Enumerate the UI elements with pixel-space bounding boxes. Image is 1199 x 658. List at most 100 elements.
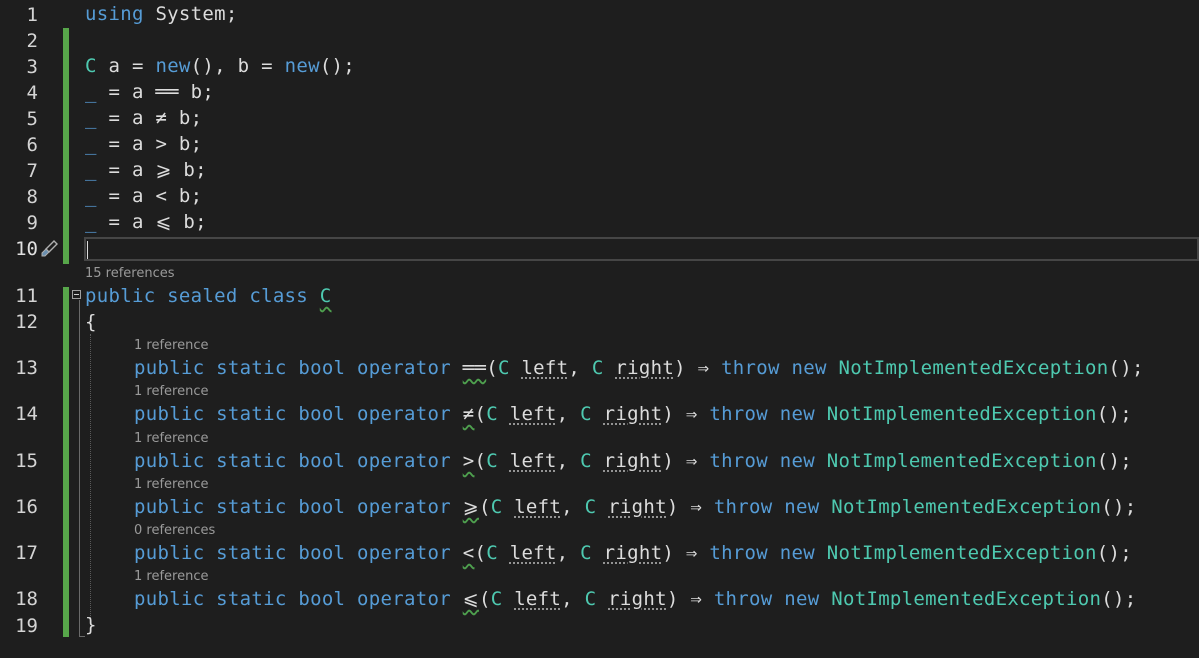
code-text: ⇒ [674,450,710,472]
code-text: ( [478,588,491,610]
keyword: public static bool operator [134,403,463,425]
keyword: public static bool operator [134,542,463,564]
keyword: new [779,403,815,425]
line-number: 7 [26,160,38,182]
keyword: public sealed class [85,285,320,307]
codelens-references[interactable]: 1 reference [134,569,208,585]
type-name: NotImplementedException [831,496,1102,518]
code-text: a = [96,55,156,77]
keyword: throw [709,450,769,472]
line-number: 15 [15,450,38,472]
operator-token: ══ [462,357,487,379]
code-text: ⇒ [678,496,714,518]
discard-token: _ [85,185,97,207]
code-text: (); [1108,357,1144,379]
code-editor[interactable]: 1 2 3 4 5 6 7 8 9 10 11 12 13 14 15 16 1… [0,0,1199,658]
code-line[interactable]: using System; [85,1,238,27]
keyword: new [779,542,815,564]
parameter: left [509,403,557,425]
code-line[interactable]: _ = a < b; [85,183,202,209]
code-line[interactable]: _ = a ⩾ b; [85,157,207,183]
code-line[interactable]: public static bool operator <(C left, C … [134,540,1132,566]
parameter: right [608,496,667,518]
code-text: ) [662,542,675,564]
code-text: , [556,403,581,425]
code-line[interactable]: public static bool operator >(C left, C … [134,448,1132,474]
code-text: ( [474,403,487,425]
keyword: throw [713,588,773,610]
type-name: C [490,496,503,518]
code-line[interactable]: public sealed class C [85,283,332,309]
codelens-references[interactable]: 1 reference [134,338,208,354]
code-text: ( [486,357,498,379]
keyword: public static bool operator [134,588,463,610]
parameter: left [514,496,562,518]
code-text: ( [474,450,487,472]
parameter: right [603,542,663,564]
type-name: C [486,450,498,472]
type-name: C [584,588,597,610]
type-name: C [497,357,510,379]
type-name: NotImplementedException [831,588,1102,610]
type-name: C [486,403,498,425]
code-text: (); [1096,403,1132,425]
parameter: right [608,588,667,610]
code-text: (); [1096,450,1132,472]
code-text: ⇒ [674,403,710,425]
line-number: 2 [26,30,38,52]
line-number: 4 [26,82,38,104]
line-number: 12 [15,311,38,333]
type-name: NotImplementedException [838,357,1109,379]
code-line[interactable]: _ = a ══ b; [85,79,214,105]
codelens-references[interactable]: 1 reference [134,384,208,400]
change-indicator [63,287,69,637]
parameter: right [603,450,663,472]
code-text: ) [666,588,679,610]
discard-token: _ [85,211,97,233]
keyword: using [85,3,144,25]
code-text: ⇒ [678,588,714,610]
parameter: left [514,588,562,610]
code-line[interactable]: _ = a > b; [85,131,202,157]
code-text: (), b = [190,55,285,77]
keyword: public static bool operator [134,450,463,472]
paintbrush-icon[interactable] [38,238,60,260]
codelens-references[interactable]: 1 reference [134,477,208,493]
indent-guide [90,334,92,624]
codelens-references[interactable]: 15 references [85,266,175,282]
parameter: right [615,357,675,379]
code-line[interactable]: C a = new(), b = new(); [85,53,355,79]
code-text: , [568,357,592,379]
line-number: 3 [26,56,38,78]
code-text: ) [666,496,679,518]
code-line[interactable]: } [85,612,97,638]
code-line[interactable]: { [85,309,97,335]
operator-token: > [462,450,475,472]
code-line[interactable]: public static bool operator ══(C left, C… [134,355,1144,381]
line-number: 19 [15,615,38,637]
codelens-references[interactable]: 0 references [134,523,215,539]
code-line[interactable]: public static bool operator ⩾(C left, C … [134,494,1136,520]
code-text: , [556,450,581,472]
code-text: , [561,496,585,518]
collapse-box-icon[interactable] [72,290,81,299]
code-text: ⇒ [685,357,722,379]
line-number: 9 [26,212,38,234]
code-line[interactable]: public static bool operator ≠(C left, C … [134,401,1132,427]
operator-token: ⩾ [462,496,479,518]
discard-token: _ [85,107,97,129]
fold-guide [79,300,81,636]
line-number: 16 [15,496,38,518]
line-number: 6 [26,134,38,156]
line-number: 18 [15,588,38,610]
code-text: ) [662,450,675,472]
code-text: (); [1096,542,1132,564]
code-line[interactable]: public static bool operator ⩽(C left, C … [134,586,1136,612]
code-text: , [556,542,581,564]
code-line[interactable]: _ = a ≠ b; [85,105,202,131]
codelens-references[interactable]: 1 reference [134,431,208,447]
type-name: C [490,588,503,610]
line-number: 10 [15,238,38,260]
line-number: 14 [15,403,38,425]
code-line[interactable]: _ = a ⩽ b; [85,209,207,235]
